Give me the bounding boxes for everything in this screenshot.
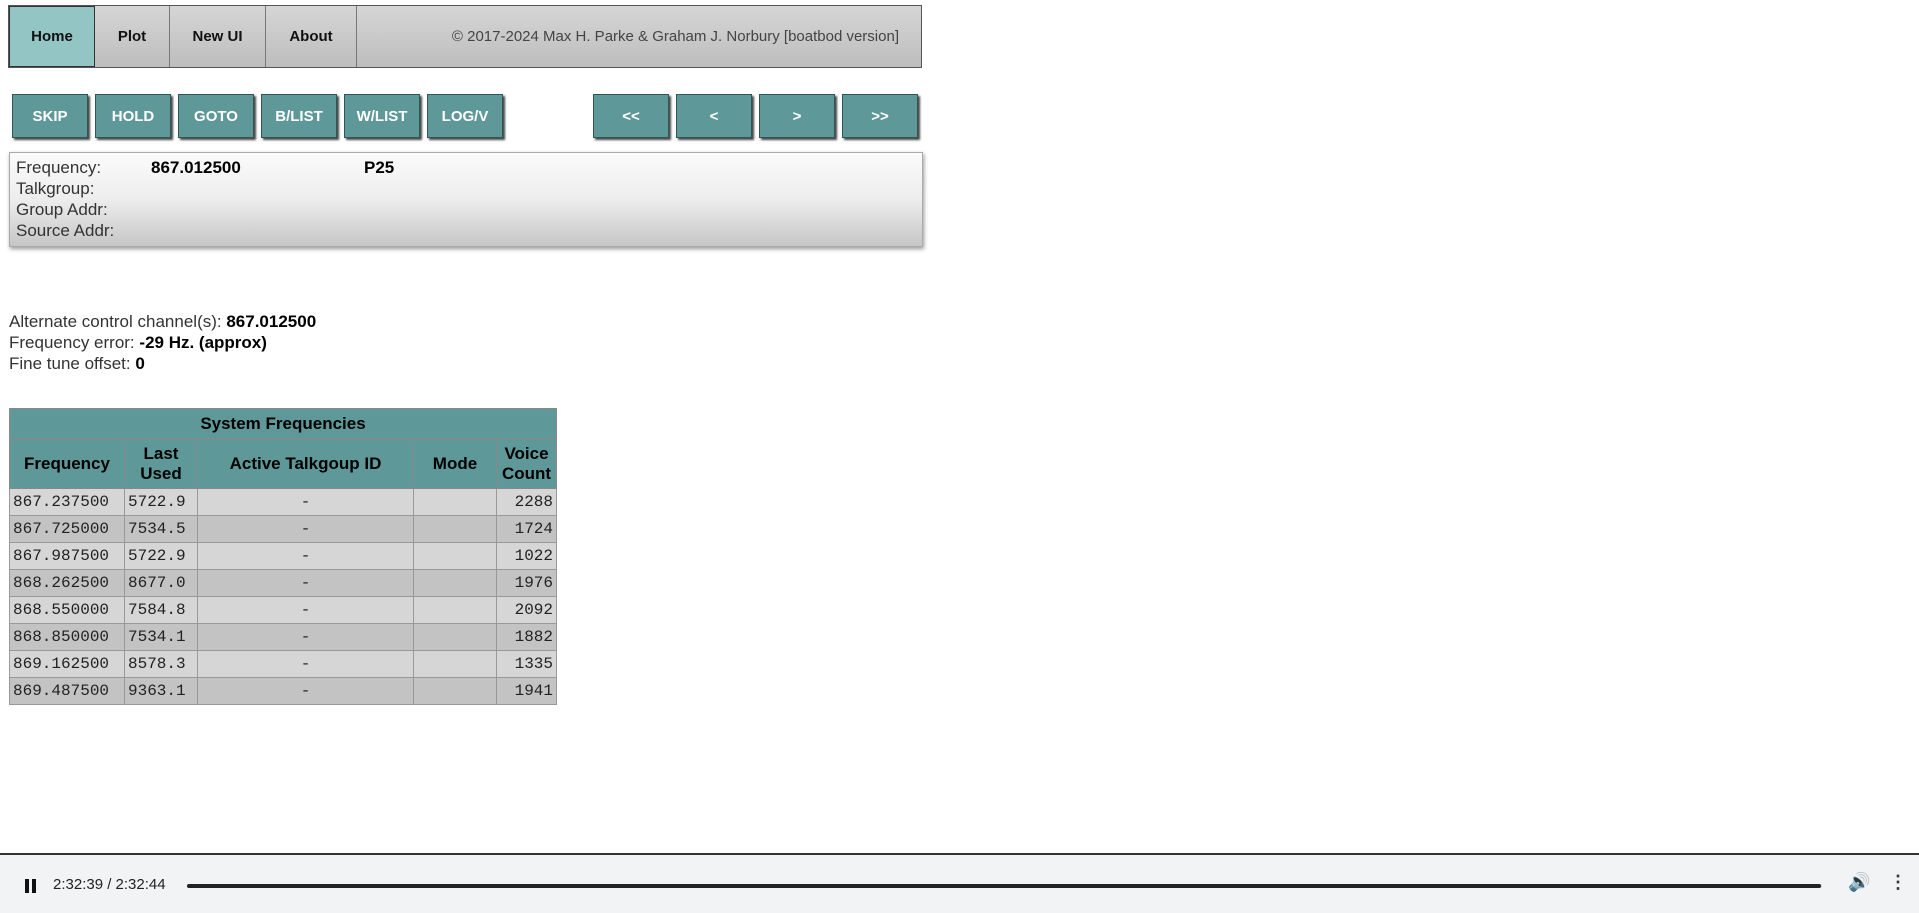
alt-cc-value: 867.012500 [226,312,317,331]
cell-frequency: 868.850000 [9,623,125,651]
fine-tune-line: Fine tune offset: 0 [9,353,316,374]
col-last-used: Last Used [124,439,198,489]
pause-icon[interactable] [24,879,38,893]
cell-voice-count: 1976 [496,569,557,597]
system-stats: Alternate control channel(s): 867.012500… [9,311,316,374]
table-row: 867.725000 7534.5 - 1724 [9,515,557,543]
cell-voice-count: 2288 [496,488,557,516]
cell-last-used: 8578.3 [124,650,198,678]
cell-talkgroup: - [197,596,414,624]
cell-mode [413,542,497,570]
table-row: 869.487500 9363.1 - 1941 [9,677,557,705]
cell-frequency: 869.487500 [9,677,125,705]
cell-voice-count: 2092 [496,596,557,624]
whitelist-button[interactable]: W/LIST [344,94,420,138]
cell-talkgroup: - [197,542,414,570]
freq-error-label: Frequency error: [9,333,135,352]
cell-mode [413,569,497,597]
cell-voice-count: 1941 [496,677,557,705]
skip-button[interactable]: SKIP [12,94,88,138]
frequency-value: 867.012500 [151,158,241,177]
next-button[interactable]: > [759,94,835,138]
playback-progress-fill [187,884,1822,888]
protocol-value: P25 [364,158,395,177]
cell-last-used: 7534.1 [124,623,198,651]
table-row: 868.550000 7584.8 - 2092 [9,596,557,624]
fine-tune-label: Fine tune offset: [9,354,131,373]
audio-player-bar: 2:32:39 / 2:32:44 🔊 ⋮ [0,853,1919,913]
col-active-talkgroup: Active Talkgoup ID [197,439,414,489]
cell-last-used: 8677.0 [124,569,198,597]
cell-mode [413,515,497,543]
table-row: 868.850000 7534.1 - 1882 [9,623,557,651]
cell-frequency: 868.262500 [9,569,125,597]
table-row: 868.262500 8677.0 - 1976 [9,569,557,597]
table-caption: System Frequencies [9,408,557,440]
table-row: 867.987500 5722.9 - 1022 [9,542,557,570]
cell-frequency: 867.237500 [9,488,125,516]
channel-info-panel: Frequency: 867.012500 P25 Talkgroup: Gro… [9,152,923,247]
more-options-icon[interactable]: ⋮ [1889,872,1907,893]
cell-mode [413,677,497,705]
tab-about[interactable]: About [266,6,357,67]
col-voice-count: Voice Count [496,439,557,489]
fine-tune-value: 0 [135,354,145,373]
table-row: 869.162500 8578.3 - 1335 [9,650,557,678]
cell-last-used: 7584.8 [124,596,198,624]
cell-voice-count: 1335 [496,650,557,678]
cell-last-used: 7534.5 [124,515,198,543]
cell-voice-count: 1724 [496,515,557,543]
system-frequencies-table: System Frequencies Frequency Last Used Ac… [9,408,557,705]
tab-home[interactable]: Home [9,6,95,67]
col-frequency: Frequency [9,439,125,489]
copyright-text: © 2017-2024 Max H. Parke & Graham J. Nor… [451,28,899,45]
goto-button[interactable]: GOTO [178,94,254,138]
col-mode: Mode [413,439,497,489]
playback-time: 2:32:39 / 2:32:44 [53,876,166,893]
talkgroup-label: Talkgroup: [16,179,95,198]
volume-icon[interactable]: 🔊 [1848,872,1870,893]
last-button[interactable]: >> [842,94,918,138]
playback-progress-bar[interactable] [187,884,1822,888]
cell-last-used: 9363.1 [124,677,198,705]
cell-frequency: 867.987500 [9,542,125,570]
cell-talkgroup: - [197,569,414,597]
table-row: 867.237500 5722.9 - 2288 [9,488,557,516]
cell-frequency: 869.162500 [9,650,125,678]
first-button[interactable]: << [593,94,669,138]
cell-talkgroup: - [197,677,414,705]
cell-last-used: 5722.9 [124,488,198,516]
source-addr-label: Source Addr: [16,221,115,240]
frequency-error-line: Frequency error: -29 Hz. (approx) [9,332,316,353]
blacklist-button[interactable]: B/LIST [261,94,337,138]
alt-control-channel-line: Alternate control channel(s): 867.012500 [9,311,316,332]
table-body: 867.237500 5722.9 - 2288 867.725000 7534… [9,488,557,705]
tab-new-ui[interactable]: New UI [170,6,266,67]
tab-plot[interactable]: Plot [95,6,170,67]
top-nav: Home Plot New UI About © 2017-2024 Max H… [8,5,922,68]
cell-talkgroup: - [197,623,414,651]
group-addr-label: Group Addr: [16,200,108,219]
cell-mode [413,650,497,678]
alt-cc-label: Alternate control channel(s): [9,312,222,331]
cell-mode [413,596,497,624]
freq-error-value: -29 Hz. (approx) [139,333,267,352]
hold-button[interactable]: HOLD [95,94,171,138]
prev-button[interactable]: < [676,94,752,138]
cell-frequency: 868.550000 [9,596,125,624]
cell-voice-count: 1882 [496,623,557,651]
cell-mode [413,488,497,516]
frequency-label: Frequency: [16,158,102,177]
cell-frequency: 867.725000 [9,515,125,543]
cell-talkgroup: - [197,488,414,516]
cell-talkgroup: - [197,650,414,678]
cell-mode [413,623,497,651]
cell-talkgroup: - [197,515,414,543]
log-verbosity-button[interactable]: LOG/V [427,94,503,138]
cell-voice-count: 1022 [496,542,557,570]
cell-last-used: 5722.9 [124,542,198,570]
